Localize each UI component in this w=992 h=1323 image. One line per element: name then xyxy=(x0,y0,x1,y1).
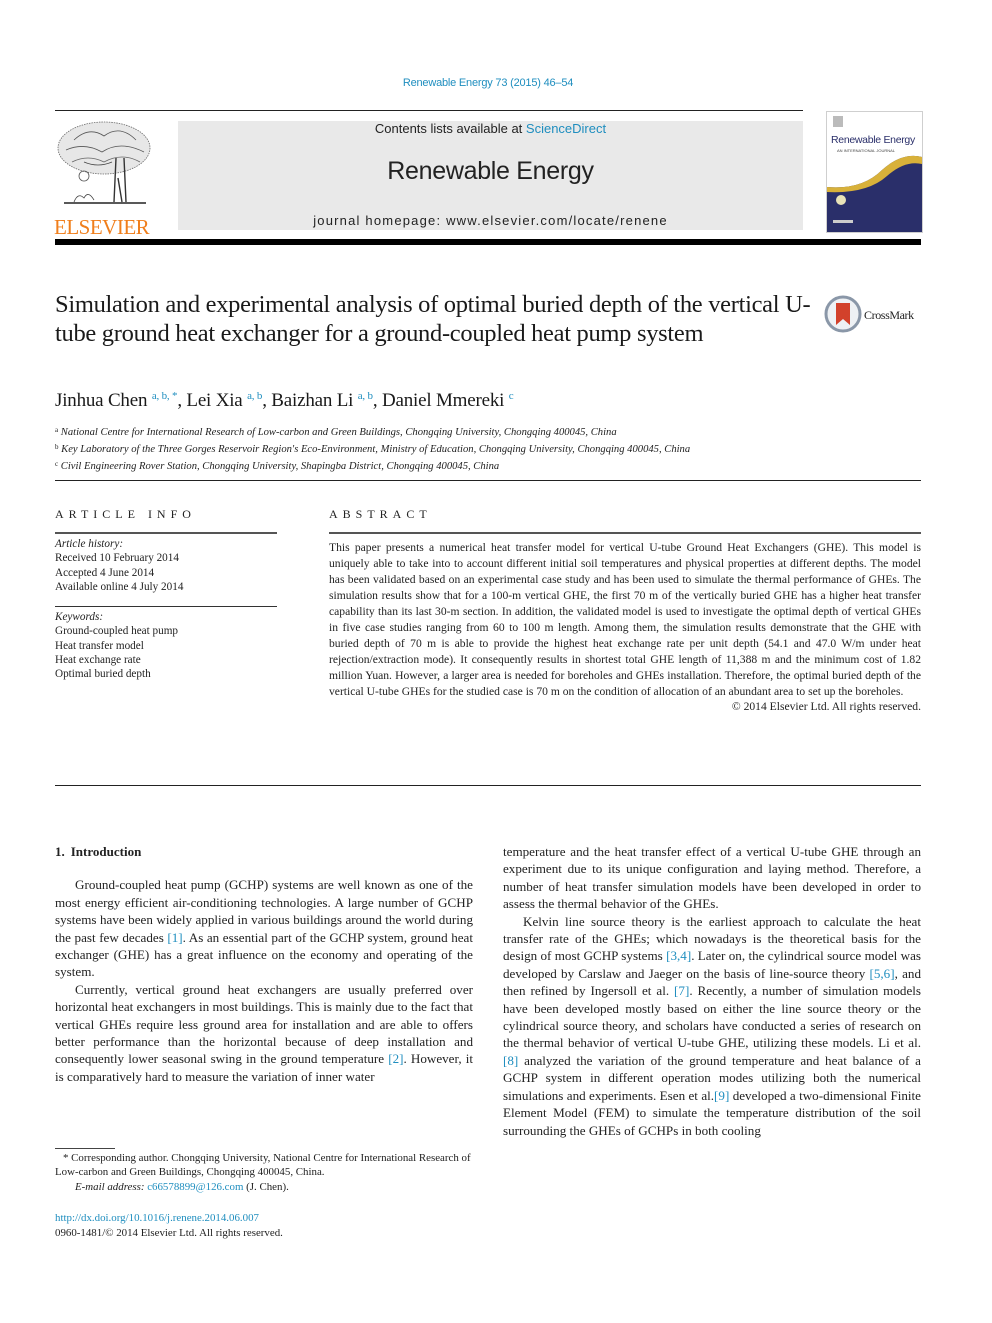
journal-title: Renewable Energy xyxy=(387,157,594,185)
author-affiliation-marks[interactable]: c xyxy=(509,390,514,402)
email-note: E-mail address: c66578899@126.com (J. Ch… xyxy=(55,1180,473,1194)
abstract-bottom-divider xyxy=(55,785,921,786)
abstract-copyright: © 2014 Elsevier Ltd. All rights reserved… xyxy=(731,700,921,713)
elsevier-logo[interactable]: ELSEVIER xyxy=(54,118,156,238)
section-number: 1. xyxy=(55,844,65,859)
journal-masthead: Contents lists available at ScienceDirec… xyxy=(178,121,803,230)
keywords-label: Keywords: xyxy=(55,611,104,624)
abstract-panel: This paper presents a numerical heat tra… xyxy=(329,532,921,713)
author-name[interactable]: Daniel Mmereki xyxy=(382,390,504,411)
article-history: Article history: Received 10 February 20… xyxy=(55,534,277,606)
footnote-divider xyxy=(55,1148,115,1149)
journal-reference-link[interactable]: Renewable Energy 73 (2015) 46–54 xyxy=(0,77,976,89)
email-link[interactable]: c66578899@126.com xyxy=(147,1181,243,1193)
affiliation-item: c Civil Engineering Rover Station, Chong… xyxy=(55,457,690,474)
abstract-heading: ABSTRACT xyxy=(329,507,432,521)
contents-availability: Contents lists available at ScienceDirec… xyxy=(178,121,803,136)
affiliation-text: National Centre for International Resear… xyxy=(60,427,617,438)
email-label: E-mail address: xyxy=(75,1180,148,1193)
author-affiliation-marks[interactable]: a, b, * xyxy=(152,390,178,402)
doi-block: http://dx.doi.org/10.1016/j.renene.2014.… xyxy=(55,1211,283,1241)
author-affiliation-marks[interactable]: a, b xyxy=(358,390,373,402)
abstract-text: This paper presents a numerical heat tra… xyxy=(329,541,921,698)
article-history-label: Article history: xyxy=(55,538,124,550)
corresponding-author-note: * Corresponding author. Chongqing Univer… xyxy=(55,1152,471,1179)
cover-artwork xyxy=(827,116,922,232)
affiliation-text: Civil Engineering Rover Station, Chongqi… xyxy=(60,461,500,472)
affiliation-item: a National Centre for International Rese… xyxy=(55,423,690,440)
body-column-left: 1. Introduction Ground-coupled heat pump … xyxy=(55,843,473,1085)
author-name[interactable]: Lei Xia xyxy=(186,390,242,411)
author-list: Jinhua Chen a, b, *, Lei Xia a, b, Baizh… xyxy=(55,390,514,411)
contents-prefix: Contents lists available at xyxy=(374,121,526,136)
keywords: Keywords: Ground-coupled heat pump Heat … xyxy=(55,607,277,693)
affiliation-mark: c xyxy=(55,460,59,468)
elsevier-tree-icon xyxy=(57,121,151,204)
email-suffix: (J. Chen). xyxy=(243,1180,289,1193)
journal-homepage[interactable]: journal homepage: www.elsevier.com/locat… xyxy=(178,213,803,228)
affiliation-mark: b xyxy=(55,443,59,451)
author-name[interactable]: Jinhua Chen xyxy=(55,390,147,411)
keyword-item: Heat transfer model xyxy=(55,639,144,652)
crossmark-label: CrossMark xyxy=(864,308,914,322)
keyword-item: Heat exchange rate xyxy=(55,654,141,667)
header-divider xyxy=(55,110,803,111)
article-title: Simulation and experimental analysis of … xyxy=(55,291,811,347)
citation-link[interactable]: [8] xyxy=(503,1053,518,1068)
article-info-heading: ARTICLE INFO xyxy=(55,507,196,521)
section-heading-introduction: 1. Introduction xyxy=(55,843,473,860)
crossmark-button[interactable]: CrossMark xyxy=(824,295,924,335)
history-accepted: Accepted 4 June 2014 xyxy=(55,566,155,579)
front-matter-divider xyxy=(55,480,921,481)
citation-link[interactable]: [3,4] xyxy=(666,948,691,963)
doi-link[interactable]: http://dx.doi.org/10.1016/j.renene.2014.… xyxy=(55,1212,259,1224)
crossmark-icon xyxy=(824,295,862,333)
body-column-right: temperature and the heat transfer effect… xyxy=(503,843,921,1139)
cover-subtitle: AN INTERNATIONAL JOURNAL xyxy=(837,148,896,153)
affiliation-mark: a xyxy=(55,426,59,434)
citation-link[interactable]: [7] xyxy=(674,983,689,998)
author-affiliation-marks[interactable]: a, b xyxy=(247,390,262,402)
citation-link[interactable]: [2] xyxy=(388,1051,403,1066)
affiliation-text: Key Laboratory of the Three Gorges Reser… xyxy=(61,444,691,455)
footnotes: * Corresponding author. Chongqing Univer… xyxy=(55,1151,473,1194)
affiliation-item: b Key Laboratory of the Three Gorges Res… xyxy=(55,440,690,457)
citation-link[interactable]: [5,6] xyxy=(870,966,895,981)
citation-link[interactable]: [1] xyxy=(167,930,182,945)
history-online: Available online 4 July 2014 xyxy=(55,580,184,593)
elsevier-wordmark: ELSEVIER xyxy=(54,215,150,239)
cover-title: Renewable Energy xyxy=(831,134,915,146)
journal-cover-thumbnail[interactable]: Renewable Energy AN INTERNATIONAL JOURNA… xyxy=(826,111,923,233)
sciencedirect-link[interactable]: ScienceDirect xyxy=(526,121,606,136)
body-paragraph: Kelvin line source theory is the earlies… xyxy=(503,913,921,1139)
citation-link[interactable]: [9] xyxy=(714,1088,729,1103)
keyword-item: Ground-coupled heat pump xyxy=(55,625,179,638)
body-paragraph: Currently, vertical ground heat exchange… xyxy=(55,981,473,1085)
affiliations: a National Centre for International Rese… xyxy=(55,423,690,474)
masthead-thick-divider xyxy=(55,239,921,245)
issn-copyright: 0960-1481/© 2014 Elsevier Ltd. All right… xyxy=(55,1227,283,1239)
body-paragraph: Ground-coupled heat pump (GCHP) systems … xyxy=(55,876,473,980)
author-name[interactable]: Baizhan Li xyxy=(271,390,353,411)
section-title: Introduction xyxy=(70,844,142,859)
keyword-item: Optimal buried depth xyxy=(55,668,151,681)
body-paragraph: temperature and the heat transfer effect… xyxy=(503,844,921,912)
article-info-panel: Article history: Received 10 February 20… xyxy=(55,532,277,694)
history-received: Received 10 February 2014 xyxy=(55,552,179,565)
